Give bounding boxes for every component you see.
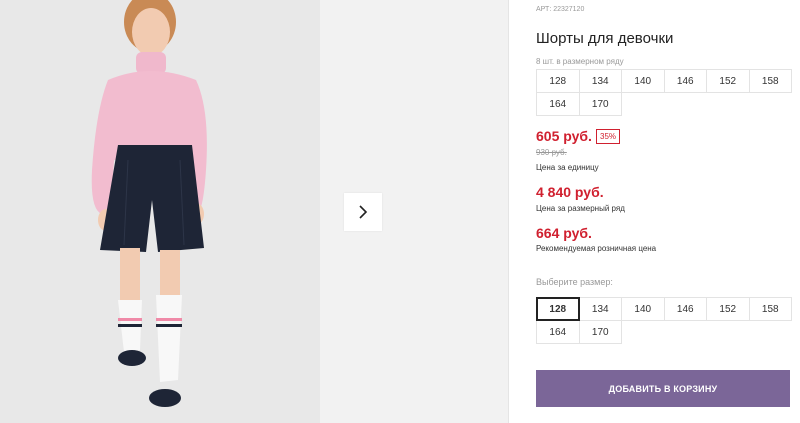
gallery-next-button[interactable] xyxy=(344,193,382,231)
article-label: АРТ xyxy=(536,6,550,13)
retail-price-caption: Рекомендуемая розничная цена xyxy=(536,244,657,253)
size-option-158[interactable]: 158 xyxy=(748,297,792,321)
product-title: Шорты для девочки xyxy=(536,30,674,47)
size-option-134[interactable]: 134 xyxy=(578,297,622,321)
size-option-152[interactable]: 152 xyxy=(706,297,750,321)
choose-size-label: Выберите размер: xyxy=(536,277,613,287)
article-number: АРТ: 22327120 xyxy=(536,6,585,13)
discount-badge: 35% xyxy=(596,129,621,144)
unit-price-caption: Цена за единицу xyxy=(536,163,599,172)
series-size-cell: 134 xyxy=(578,69,622,93)
product-gallery xyxy=(0,0,508,423)
series-size-cell: 146 xyxy=(663,69,707,93)
series-size-cell: 152 xyxy=(706,69,750,93)
panel-divider xyxy=(508,0,509,423)
series-size-cell: 128 xyxy=(536,69,580,93)
old-price: 930 руб. xyxy=(536,148,567,157)
size-option-146[interactable]: 146 xyxy=(663,297,707,321)
unit-price: 605 руб. xyxy=(536,128,592,144)
size-option-170[interactable]: 170 xyxy=(578,320,622,344)
series-price: 4 840 руб. xyxy=(536,184,604,200)
chevron-right-icon xyxy=(359,205,368,219)
size-option-140[interactable]: 140 xyxy=(621,297,665,321)
series-size-cell: 158 xyxy=(748,69,792,93)
series-count-label: 8 шт. в размерном ряду xyxy=(536,57,624,66)
retail-price: 664 руб. xyxy=(536,225,592,241)
article-value: 22327120 xyxy=(553,6,585,13)
size-selector: 128 134 140 146 152 158 164 170 xyxy=(536,297,792,344)
series-size-cell: 140 xyxy=(621,69,665,93)
add-to-cart-button[interactable]: ДОБАВИТЬ В КОРЗИНУ xyxy=(536,370,790,407)
series-size-cell: 170 xyxy=(578,92,622,116)
product-photo-image xyxy=(0,0,320,423)
series-price-caption: Цена за размерный ряд xyxy=(536,204,625,213)
series-size-cell: 164 xyxy=(536,92,580,116)
series-size-grid: 128 134 140 146 152 158 164 170 xyxy=(536,69,792,116)
size-option-128[interactable]: 128 xyxy=(536,297,580,321)
size-option-164[interactable]: 164 xyxy=(536,320,580,344)
product-photo[interactable] xyxy=(0,0,320,423)
